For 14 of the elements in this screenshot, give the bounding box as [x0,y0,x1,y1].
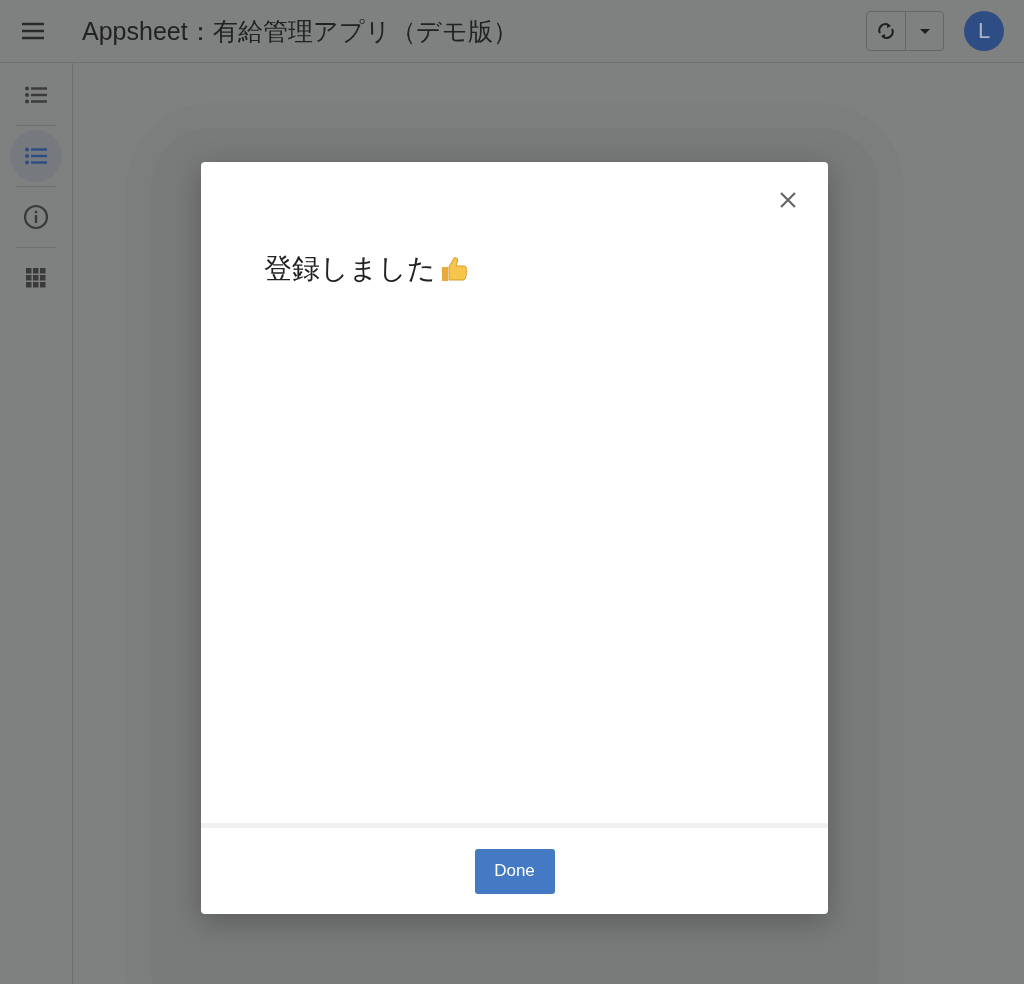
grid-icon [26,268,46,288]
caret-icon [919,28,930,34]
info-icon [23,204,49,230]
app-title: Appsheet：有給管理アプリ（デモ版） [82,15,518,47]
list-icon [25,86,47,104]
close-button[interactable] [778,190,798,210]
menu-icon [21,22,45,40]
close-icon [779,191,797,209]
list-icon [25,147,47,165]
dialog-message: 登録しました [264,252,436,286]
sync-icon [877,21,895,41]
user-avatar[interactable]: L [964,11,1004,51]
done-button[interactable]: Done [474,848,555,894]
sidebar-item[interactable] [10,130,62,182]
